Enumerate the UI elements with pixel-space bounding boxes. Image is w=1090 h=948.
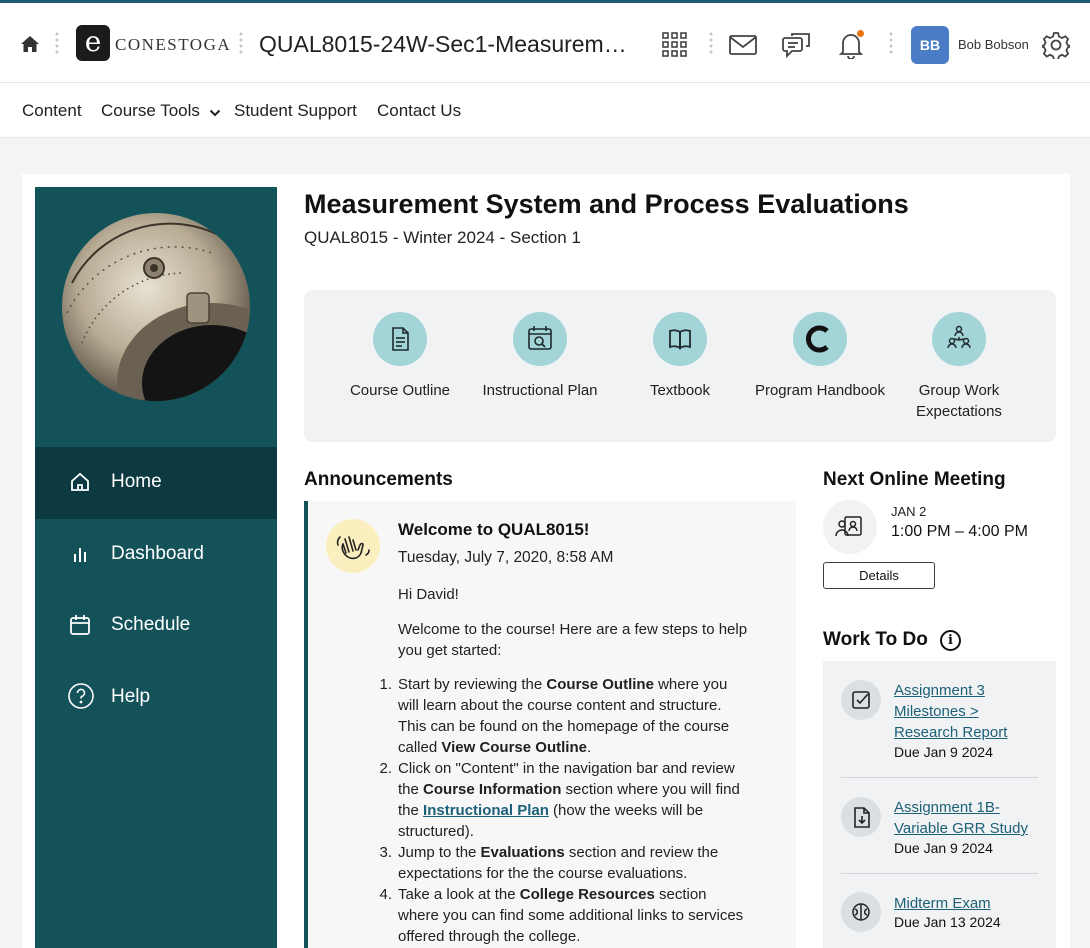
announcements-heading: Announcements [304, 469, 453, 490]
list-item: 4. Take a look at the College Resources … [379, 886, 744, 945]
info-icon[interactable]: i [940, 630, 961, 651]
user-name[interactable]: Bob Bobson [958, 37, 1029, 52]
quick-link-label: Course Outline [349, 382, 451, 399]
home-outline-icon [67, 469, 93, 495]
conestoga-logo[interactable]: e [76, 25, 110, 61]
quick-link-label: Instructional Plan [482, 382, 598, 399]
announcement-steps: 1. Start by reviewing the Course Outline… [363, 674, 748, 947]
meeting-details-button[interactable]: Details [823, 562, 935, 589]
calendar-icon [67, 612, 93, 638]
apps-grid-icon[interactable] [662, 32, 687, 57]
work-item-assignment-1b[interactable]: Assignment 1B- Variable GRR Study [894, 797, 1044, 839]
notification-dot [856, 29, 865, 38]
mail-icon[interactable] [729, 35, 757, 55]
group-icon [932, 312, 986, 366]
chevron-down-icon [209, 102, 221, 122]
nav-course-tools-label: Course Tools [101, 101, 200, 120]
work-item-midterm-exam[interactable]: Midterm Exam [894, 893, 1044, 914]
nav-content[interactable]: Content [22, 101, 82, 121]
gear-icon[interactable] [1037, 31, 1075, 61]
sidebar-item-label: Help [111, 686, 151, 707]
announcement-title: Welcome to QUAL8015! [398, 520, 590, 539]
announcement-greeting: Hi David! [398, 586, 459, 603]
quick-links-panel: Course Outline Instructional Plan Textbo… [304, 290, 1056, 442]
help-circle-icon [67, 682, 94, 709]
calendar-search-icon [513, 312, 567, 366]
sidebar-item-label: Dashboard [111, 543, 204, 564]
course-title[interactable]: QUAL8015-24W-Sec1-Measurem… [259, 31, 627, 58]
nav-course-tools[interactable]: Course Tools [101, 101, 221, 122]
messages-icon[interactable] [782, 31, 812, 59]
nav-student-support[interactable]: Student Support [234, 101, 357, 121]
file-download-icon [841, 797, 881, 837]
work-to-do-heading: Work To Do [823, 629, 928, 650]
quick-link-label: Program Handbook [754, 382, 886, 399]
next-meeting-heading: Next Online Meeting [823, 469, 1006, 490]
sidebar-item-home[interactable]: Home [35, 447, 277, 519]
top-bar: e CONESTOGA QUAL8015-24W-Sec1-Measurem… … [0, 0, 1090, 83]
sidebar-item-dashboard[interactable]: Dashboard [35, 519, 277, 591]
checkbox-icon [841, 680, 881, 720]
quick-link-label: Textbook [649, 382, 711, 399]
work-item-due: Due Jan 9 2024 [894, 840, 993, 856]
waving-hand-icon [326, 519, 380, 573]
page-subtitle: QUAL8015 - Winter 2024 - Section 1 [304, 228, 581, 247]
sidebar-item-schedule[interactable]: Schedule [35, 590, 277, 662]
course-banner-image [62, 213, 250, 401]
announcement-intro: Welcome to the course! Here are a few st… [398, 621, 748, 659]
list-item: 3. Jump to the Evaluations section and r… [379, 844, 719, 882]
book-icon [653, 312, 707, 366]
work-item-due: Due Jan 9 2024 [894, 744, 993, 760]
page-title: Measurement System and Process Evaluatio… [304, 189, 909, 219]
home-icon[interactable] [20, 35, 40, 53]
announcement-date: Tuesday, July 7, 2020, 8:58 AM [398, 549, 614, 566]
work-item-due: Due Jan 13 2024 [894, 914, 1001, 930]
instructional-plan-link[interactable]: Instructional Plan [423, 802, 549, 819]
video-meeting-icon [823, 500, 877, 554]
brain-icon [841, 892, 881, 932]
meeting-date: JAN 2 [891, 504, 927, 519]
list-item: 2. Click on "Content" in the navigation … [379, 760, 740, 840]
work-item-assignment-3[interactable]: Assignment 3 Milestones > Research Repor… [894, 680, 1044, 743]
avatar[interactable]: BB [911, 26, 949, 64]
conestoga-c-icon [793, 312, 847, 366]
document-icon [373, 312, 427, 366]
quick-link-label: Group Work Expectations [916, 382, 1002, 420]
nav-contact-us[interactable]: Contact Us [377, 101, 461, 121]
meeting-time: 1:00 PM – 4:00 PM [891, 523, 1028, 540]
sidebar-item-label: Schedule [111, 614, 191, 635]
conestoga-wordmark[interactable]: CONESTOGA [115, 35, 231, 55]
sidebar-item-label: Home [111, 471, 162, 492]
sidebar-item-help[interactable]: Help [35, 662, 277, 734]
bar-chart-icon [67, 541, 93, 567]
list-item: 1. Start by reviewing the Course Outline… [379, 676, 730, 756]
course-navbar: Content Course Tools Student Support Con… [0, 83, 1090, 138]
